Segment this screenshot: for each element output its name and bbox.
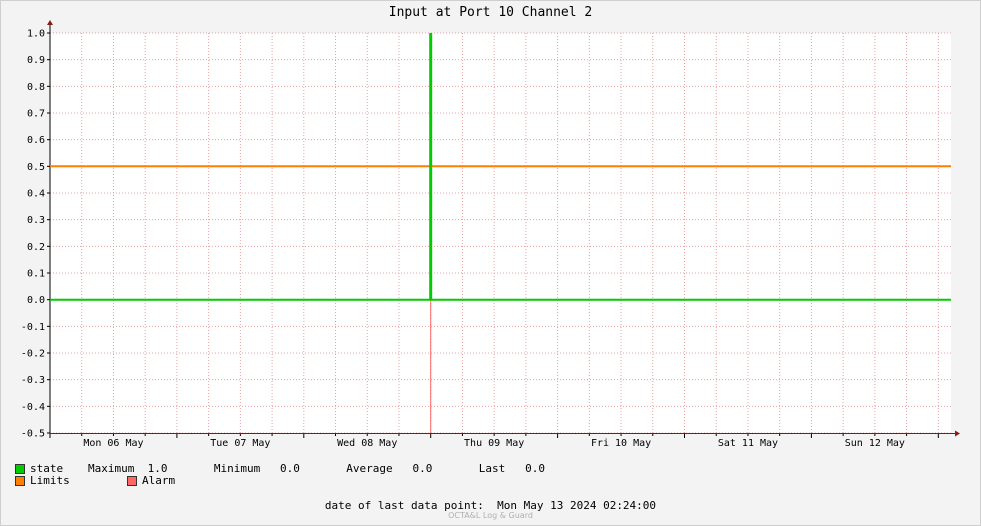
y-tick-label: 1.0 [27,29,45,40]
y-axis-arrow [47,20,53,25]
y-tick-label: 0.1 [27,269,45,280]
y-tick-label: 0.0 [27,295,45,306]
x-tick-label: Mon 06 May [83,438,143,449]
y-tick-label: -0.5 [21,429,45,440]
y-tick-label: 0.7 [27,109,45,120]
plot-background [50,33,951,433]
y-tick-label: -0.3 [21,375,45,386]
x-tick-label: Sat 11 May [718,438,778,449]
y-tick-label: 0.2 [27,242,45,253]
y-tick-label: -0.1 [21,322,45,333]
x-axis-arrow [955,430,960,437]
legend-swatch-limits [15,476,25,486]
y-tick-label: 0.6 [27,135,45,146]
x-tick-label: Wed 08 May [337,438,397,449]
x-tick-label: Tue 07 May [210,438,270,449]
y-tick-label: 0.8 [27,82,45,93]
legend-swatch-state [15,464,25,474]
legend-label-alarm: Alarm [142,474,176,487]
plot-area: 1.0 0.9 0.8 0.7 0.6 0.5 0.4 0.3 0.2 0.1 0.0 -0.1 -0.… [21,20,960,449]
x-tick-label: Thu 09 May [464,438,524,449]
legend-swatch-alarm [127,476,137,486]
y-tick-label: 0.4 [27,189,45,200]
x-tick-label: Sun 12 May [845,438,905,449]
x-tick-label: Fri 10 May [591,438,651,449]
watermark: OCTA&L Log & Guard [448,511,533,520]
y-tick-label: 0.3 [27,215,45,226]
y-tick-label: -0.4 [21,402,45,413]
legend-label-limits: Limits [30,474,70,487]
y-tick-label: 0.5 [27,162,45,173]
y-tick-label: 0.9 [27,55,45,66]
y-tick-label: -0.2 [21,349,45,360]
